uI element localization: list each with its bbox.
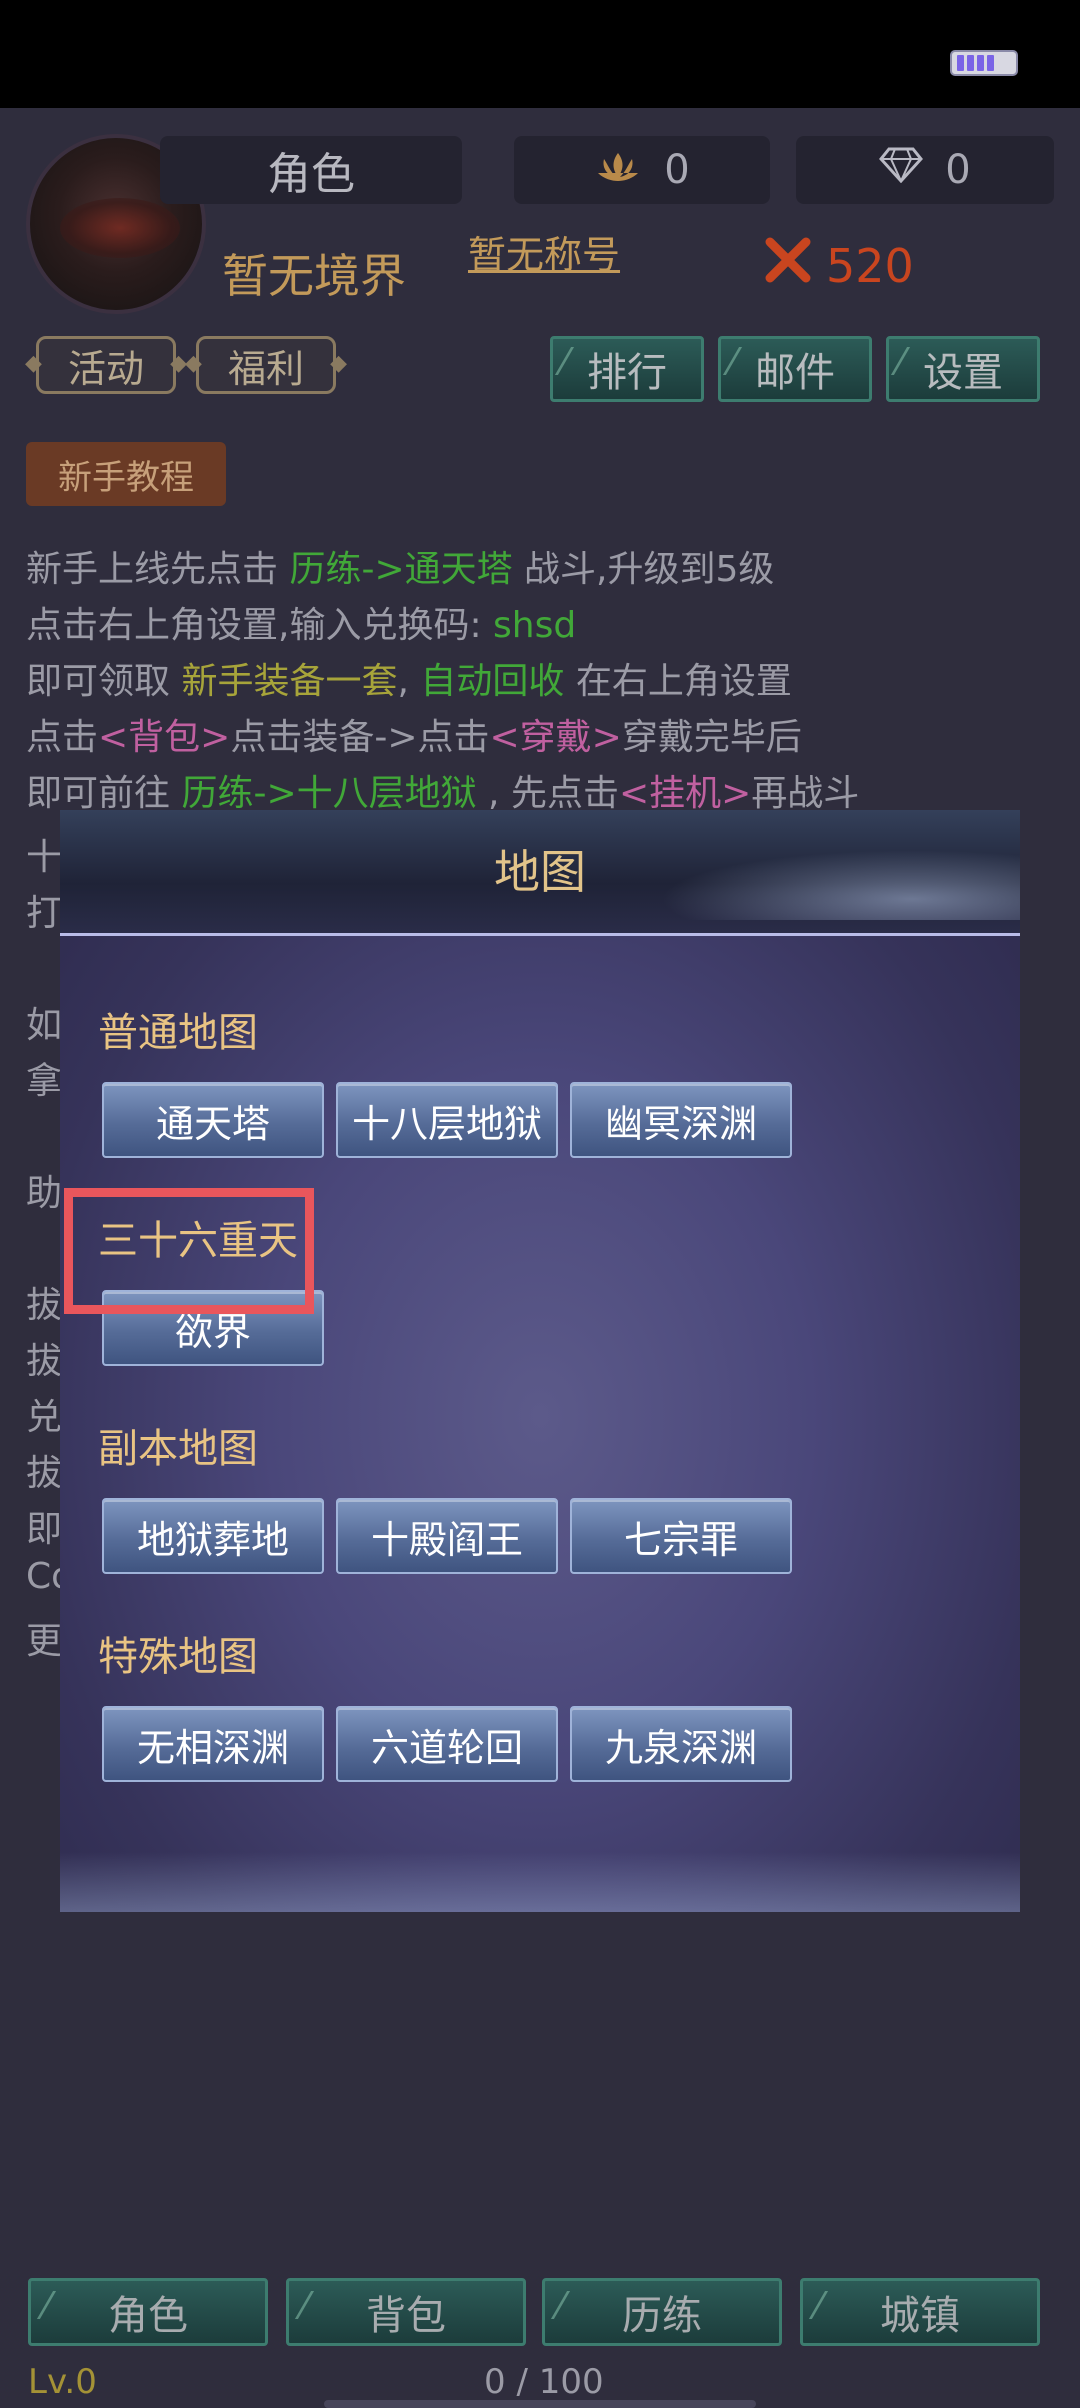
tutorial-segment: 再战斗: [751, 773, 860, 814]
tutorial-line: 新手上线先点击 历练->通天塔 战斗,升级到5级: [26, 542, 1066, 598]
combat-power: 520: [764, 236, 914, 295]
lotus-currency: 0: [514, 136, 770, 204]
activity-button[interactable]: 活动: [25, 336, 187, 394]
section-special-maps: 特殊地图: [98, 1634, 258, 1680]
tutorial-segment: 战斗,升级到5级: [512, 549, 775, 590]
map-button-hell-burial[interactable]: 地狱葬地: [102, 1498, 324, 1574]
rank-button[interactable]: 排行: [550, 336, 704, 402]
tutorial-segment: 点击装备->点击: [230, 717, 490, 758]
map-button-seven-sins[interactable]: 七宗罪: [570, 1498, 792, 1574]
tutorial-segment: 自动回收: [420, 661, 565, 702]
tutorial-line: 点击右上角设置,输入兑换码: shsd: [26, 598, 1066, 654]
nav-role[interactable]: 角色: [28, 2278, 268, 2346]
map-button-tongtianta[interactable]: 通天塔: [102, 1082, 324, 1158]
game-screen: 角色 0 0 暂无境界 暂无称号 520 活动 福利 排行 邮件 设置 新手教程…: [0, 108, 1080, 2408]
battery-icon: [950, 50, 1018, 76]
tutorial-segment: 历练->通天塔: [289, 549, 513, 590]
map-button-netherworld-abyss[interactable]: 幽冥深渊: [570, 1082, 792, 1158]
tutorial-fragment: 拿: [26, 1061, 63, 1102]
tutorial-segment: 穿戴完毕后: [621, 717, 802, 758]
nav-backpack[interactable]: 背包: [286, 2278, 526, 2346]
map-dialog-footer: [60, 1852, 1020, 1912]
power-value: 520: [826, 238, 914, 293]
map-button-eighteen-hells[interactable]: 十八层地狱: [336, 1082, 558, 1158]
role-name: 角色: [160, 136, 462, 204]
tutorial-fragment: 拔: [26, 1453, 63, 1494]
bottom-nav: 角色 背包 历练 城镇: [28, 2278, 1058, 2348]
tutorial-segment: 在右上角设置: [564, 661, 792, 702]
mail-button[interactable]: 邮件: [718, 336, 872, 402]
tutorial-segment: <穿戴>: [489, 717, 622, 758]
tutorial-text: 新手上线先点击 历练->通天塔 战斗,升级到5级 点击右上角设置,输入兑换码: s…: [26, 542, 1066, 822]
tutorial-line: 点击<背包>点击装备->点击<穿戴>穿戴完毕后: [26, 710, 1066, 766]
realm-label: 暂无境界: [222, 249, 406, 303]
map-button-six-paths[interactable]: 六道轮回: [336, 1706, 558, 1782]
exp-progress: 0 / 100: [484, 2362, 604, 2402]
tutorial-segment: 历练->十八层地狱: [181, 773, 477, 814]
crossed-swords-icon: [764, 236, 812, 295]
map-dialog-title: 地图: [494, 845, 586, 899]
tutorial-segment: 即可前往: [26, 773, 182, 814]
highlight-box: [64, 1188, 314, 1314]
tutorial-line: 即可领取 新手装备一套, 自动回收 在右上角设置: [26, 654, 1066, 710]
tutorial-fragment: 拔: [26, 1341, 63, 1382]
tutorial-fragment: 即: [26, 1509, 63, 1550]
diamond-icon: [879, 147, 924, 193]
tutorial-tab[interactable]: 新手教程: [26, 442, 226, 506]
tutorial-fragment: 十: [26, 837, 63, 878]
status-bar: [0, 0, 1080, 108]
tutorial-fragment: 助: [26, 1173, 63, 1214]
map-dialog-header: 地图: [60, 810, 1020, 936]
section-normal-maps: 普通地图: [98, 1010, 258, 1056]
tutorial-fragment: 兑: [26, 1397, 63, 1438]
gem-currency: 0: [796, 136, 1054, 204]
gem-count: 0: [945, 147, 971, 193]
tutorial-fragment: 打: [26, 893, 63, 934]
settings-button[interactable]: 设置: [886, 336, 1040, 402]
lotus-count: 0: [664, 147, 690, 193]
tutorial-segment: <背包>: [98, 717, 231, 758]
map-button-ten-yama-kings[interactable]: 十殿阎王: [336, 1498, 558, 1574]
tutorial-segment: 新手上线先点击: [26, 549, 290, 590]
map-button-nine-springs-abyss[interactable]: 九泉深渊: [570, 1706, 792, 1782]
tutorial-segment: , 先点击: [476, 773, 619, 814]
map-dialog: 地图 普通地图 通天塔 十八层地狱 幽冥深渊 三十六重天 欲界 副本地图 地狱葬…: [60, 810, 1020, 1912]
tutorial-fragment: 拔: [26, 1285, 63, 1326]
tutorial-segment: 新手装备一套: [181, 661, 398, 702]
tutorial-segment: 点击右上角设置,输入兑换码:: [26, 605, 494, 646]
tutorial-segment: shsd: [493, 605, 577, 646]
tutorial-segment: 点击: [26, 717, 99, 758]
tutorial-segment: <挂机>: [618, 773, 752, 814]
map-button-formless-abyss[interactable]: 无相深渊: [102, 1706, 324, 1782]
tutorial-segment: ,: [397, 661, 421, 702]
level-label: Lv.0: [28, 2362, 97, 2402]
title-link[interactable]: 暂无称号: [468, 224, 620, 279]
section-dungeon-maps: 副本地图: [98, 1426, 258, 1472]
nav-training[interactable]: 历练: [542, 2278, 782, 2346]
home-indicator[interactable]: [324, 2400, 756, 2408]
tutorial-fragment: 更: [26, 1621, 63, 1662]
nav-town[interactable]: 城镇: [800, 2278, 1040, 2346]
tutorial-fragment: 如: [26, 1005, 63, 1046]
lotus-icon: [594, 147, 642, 193]
tutorial-segment: 即可领取: [26, 661, 182, 702]
welfare-button[interactable]: 福利: [185, 336, 347, 394]
